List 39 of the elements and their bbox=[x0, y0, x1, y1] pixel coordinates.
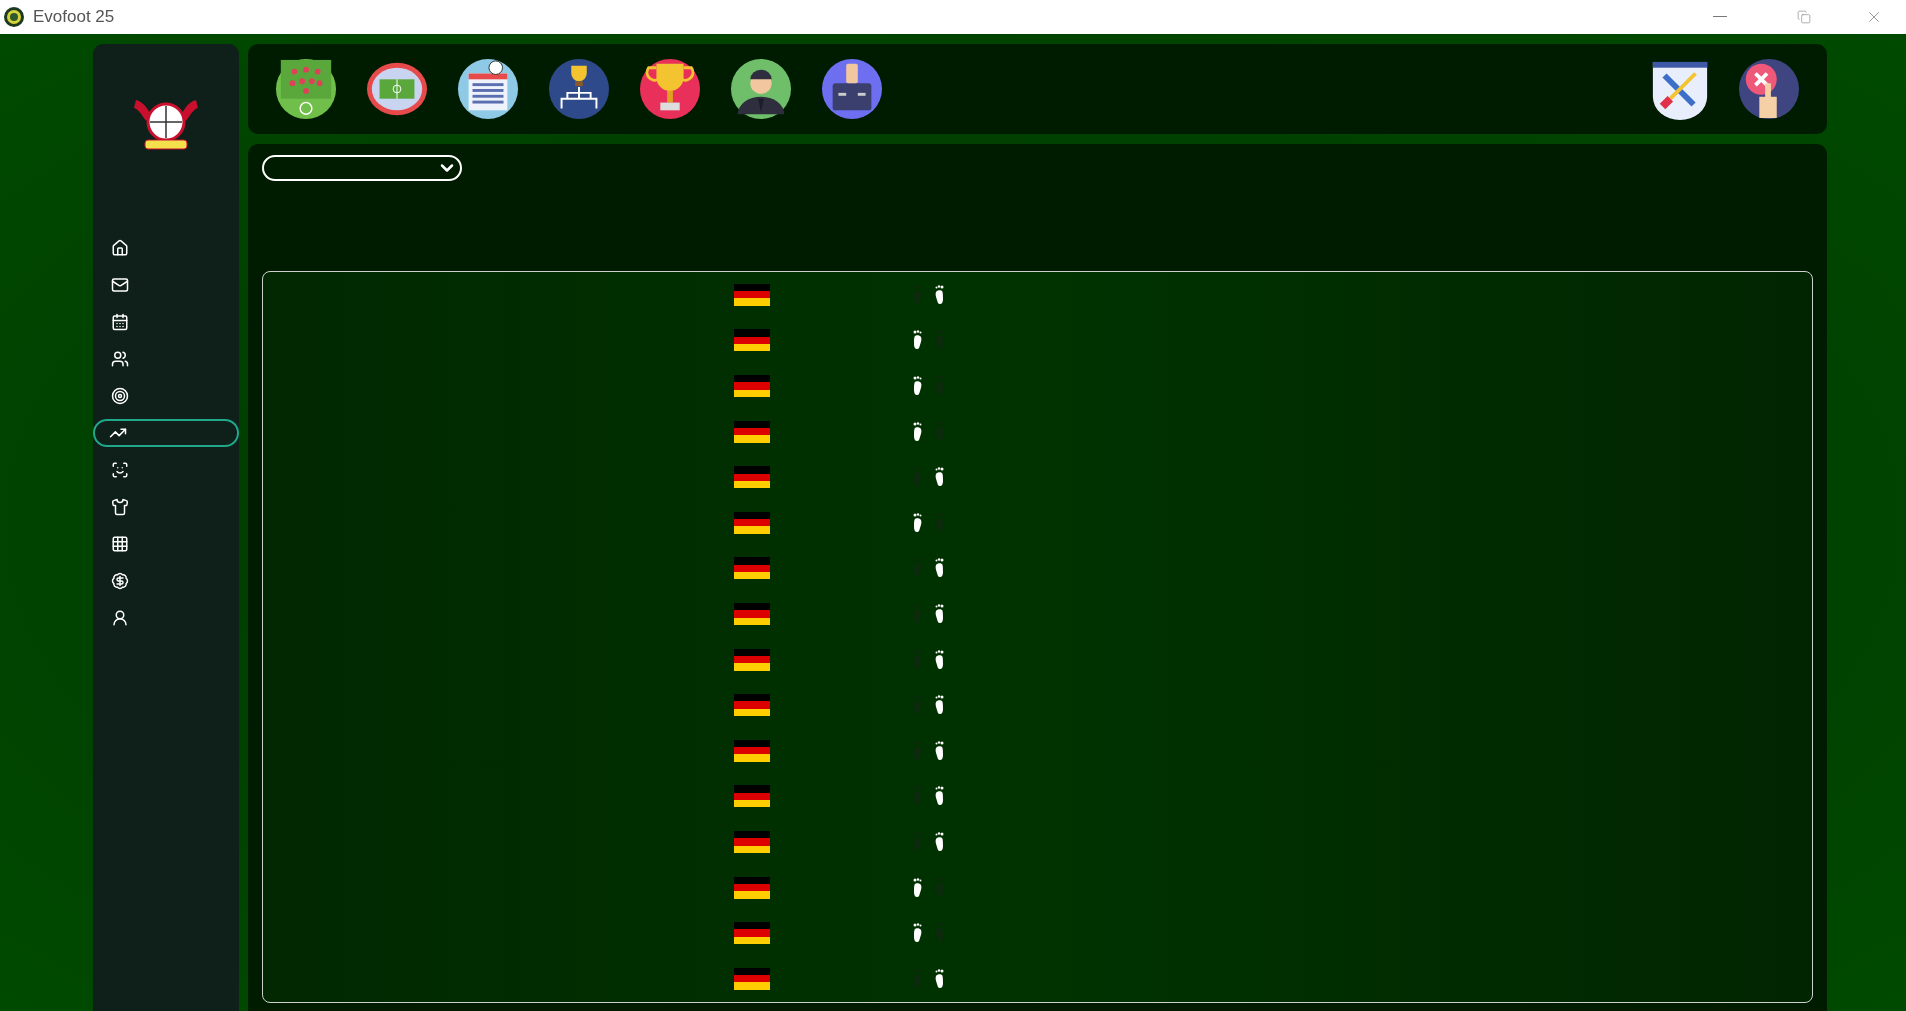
money-icon bbox=[111, 572, 129, 590]
trophy-bracket-icon[interactable] bbox=[548, 58, 610, 120]
app-logo-icon bbox=[3, 6, 25, 28]
german-flag-icon bbox=[734, 922, 770, 945]
person-icon bbox=[111, 609, 129, 627]
grid-icon bbox=[111, 535, 129, 553]
german-flag-icon bbox=[734, 420, 770, 443]
german-flag-icon bbox=[734, 648, 770, 671]
briefcase-icon[interactable] bbox=[821, 58, 883, 120]
home-icon bbox=[111, 239, 129, 257]
man-in-suit-icon[interactable] bbox=[730, 58, 792, 120]
window-title: Evofoot 25 bbox=[33, 6, 115, 29]
german-flag-icon bbox=[734, 967, 770, 990]
target-icon bbox=[111, 387, 129, 405]
shirt-icon bbox=[111, 498, 129, 516]
german-flag-icon bbox=[734, 876, 770, 899]
exit-icon[interactable] bbox=[1738, 58, 1800, 120]
german-flag-icon bbox=[734, 283, 770, 306]
german-flag-icon bbox=[734, 375, 770, 397]
mail-icon bbox=[111, 276, 129, 294]
german-flag-icon bbox=[734, 602, 770, 625]
trophy-icon[interactable] bbox=[639, 58, 701, 120]
minimize-icon bbox=[1713, 16, 1727, 18]
league-table-icon[interactable] bbox=[457, 58, 519, 120]
restore-icon bbox=[1797, 10, 1811, 24]
calendar-icon bbox=[111, 313, 129, 331]
german-flag-icon bbox=[734, 830, 770, 853]
german-flag-icon bbox=[734, 557, 770, 580]
german-flag-icon bbox=[734, 739, 770, 762]
german-flag-icon bbox=[734, 785, 770, 808]
sidebar-item[interactable] bbox=[93, 419, 239, 447]
people-icon bbox=[111, 350, 129, 368]
german-flag-icon bbox=[734, 694, 770, 717]
filter-dropdown[interactable] bbox=[262, 155, 462, 181]
german-flag-icon bbox=[734, 329, 770, 352]
german-flag-icon bbox=[734, 511, 770, 534]
pitch-icon[interactable] bbox=[275, 58, 337, 120]
face-scan-icon bbox=[111, 461, 129, 479]
german-flag-icon bbox=[734, 466, 770, 489]
